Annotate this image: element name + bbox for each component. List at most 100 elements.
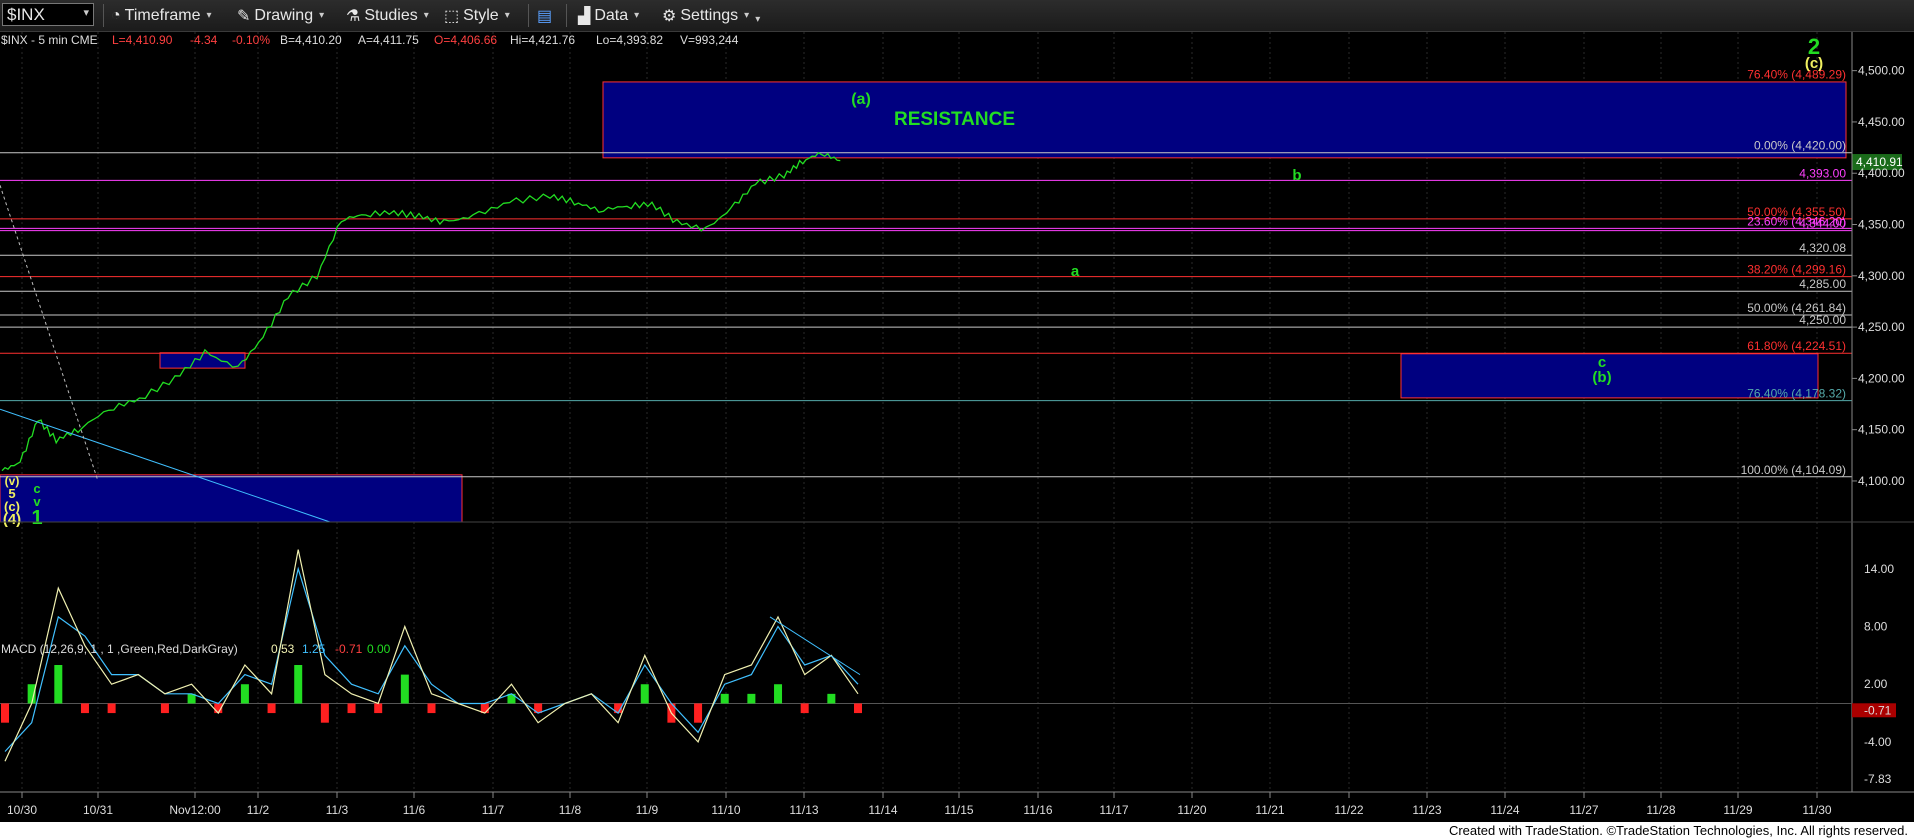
price-tick-label: 4,400.00 [1858,166,1905,180]
wave-label: (4) [3,511,21,528]
drawing-label: Drawing [254,6,314,24]
price-tick-label: 4,350.00 [1858,218,1905,232]
macd-tick-label: 2.00 [1864,677,1888,691]
timeframe-button[interactable]: ◔ Timeframe ▾ [111,5,212,26]
macd-histogram-bar [80,703,89,714]
x-tick-label: 11/22 [1334,803,1363,817]
timeframe-label: Timeframe [124,6,201,24]
x-tick-label: 11/28 [1646,803,1675,817]
symbol-input[interactable]: $INX ▾ [2,3,94,26]
macd-label: MACD (12,26,9, 1 , 1 ,Green,Red,DarkGray… [1,642,238,656]
last-price: L=4,410.90 [112,33,173,47]
macd-histogram-bar [854,703,862,714]
level-label: 4,320.08 [1799,241,1846,255]
symbol-value: $INX [7,4,45,24]
data-button[interactable]: ▟ Data ▾ [578,5,639,26]
chevron-down-icon: ▾ [206,10,212,21]
x-tick-label: 11/24 [1490,803,1519,817]
x-tick-label: 11/7 [482,803,505,817]
macd-histogram-bar [347,703,356,714]
chart-icon: ▟ [578,7,591,25]
macd-tick-label: 14.00 [1864,562,1894,576]
macd-histogram-bar [720,693,729,704]
level-label: 0.00% (4,420.00) [1754,139,1846,153]
clock-icon: ◔ [111,6,121,24]
macd-histogram-bar [427,703,436,714]
volume-value: V=993,244 [680,33,739,47]
resistance-label: RESISTANCE [894,109,1015,130]
price-tick-label: 4,450.00 [1858,115,1905,129]
x-tick-label: 11/8 [559,803,582,817]
x-tick-label: 11/20 [1177,803,1206,817]
style-label: Style [463,6,499,24]
studies-button[interactable]: ⚗ Studies ▾ [346,5,429,26]
x-tick-label: 11/2 [247,803,270,817]
gear-icon: ⚙ [662,7,677,25]
chevron-down-icon: ▾ [744,10,750,21]
macd-value: 0.53 [271,642,295,656]
ask-value: A=4,411.75 [358,33,419,47]
price-tick-label: 4,200.00 [1858,371,1905,385]
x-tick-label: 11/14 [868,803,897,817]
drawing-button[interactable]: ✎ Drawing ▾ [237,5,324,26]
more-icon[interactable]: ▾ [755,14,760,25]
x-tick-label: 10/30 [7,803,37,817]
chart-area[interactable]: RESISTANCE 0.00% (4,420.00)4,393.0050.00… [0,32,1914,822]
macd-histogram-bar [374,703,383,714]
settings-button[interactable]: ⚙ Settings ▾ ▾ [662,5,760,26]
macd-histogram-bar [160,703,169,714]
change-value: -4.34 [190,33,218,47]
symbol-dropdown-icon[interactable]: ▾ [83,6,89,19]
x-tick-label: Nov12:00 [169,803,221,817]
macd-histogram-bar [827,693,836,704]
data-label: Data [594,6,629,24]
chevron-down-icon: ▾ [319,10,325,21]
bid-value: B=4,410.20 [280,33,342,47]
price-tick-label: 4,300.00 [1858,269,1905,283]
x-tick-label: 10/31 [83,803,113,817]
macd-hist-value: -0.71 [335,642,363,656]
price-tick-label: 4,500.00 [1858,64,1905,78]
flask-icon: ⚗ [346,7,361,25]
footer: Created with TradeStation. ©TradeStation… [0,822,1914,840]
level-label: 4,393.00 [1799,166,1846,180]
macd-histogram-bar [107,703,116,714]
open-value: O=4,406.66 [434,33,497,47]
settings-label: Settings [680,6,739,24]
level-label: 76.40% (4,178.32) [1747,387,1846,401]
wave-label: (b) [1592,369,1611,386]
wave-label: (a) [851,91,871,108]
price-tick-label: 4,250.00 [1858,320,1905,334]
macd-histogram-bar [320,703,329,723]
style-button[interactable]: ⬚ Style ▾ [444,5,510,26]
wave-label: a [1071,263,1080,280]
low-value: Lo=4,393.82 [596,33,663,47]
macd-histogram-bar [800,703,809,714]
wave-label: 1 [31,507,42,529]
level-label: 38.20% (4,299.16) [1747,263,1846,277]
chevron-down-icon: ▾ [504,10,510,21]
macd-tick-label: -4.00 [1864,735,1892,749]
chevron-down-icon: ▾ [423,10,429,21]
studies-label: Studies [364,6,418,24]
x-tick-label: 11/3 [326,803,349,817]
x-tick-label: 11/16 [1023,803,1052,817]
x-tick-label: 11/30 [1802,803,1831,817]
style-icon: ⬚ [444,7,460,25]
price-tick-label: 4,100.00 [1858,474,1905,488]
price-tick-label: 4,150.00 [1858,423,1905,437]
level-label: 4,250.00 [1799,313,1846,327]
macd-zero-value: 0.00 [367,642,391,656]
layout-icon: ▤ [537,7,553,25]
x-tick-label: 11/29 [1723,803,1752,817]
layout-button[interactable]: ▤ [537,5,552,26]
level-label: 76.40% (4,489.29) [1747,68,1846,82]
x-tick-label: 11/21 [1255,803,1284,817]
macd-histogram-bar [294,665,303,704]
toolbar: $INX ▾ ◔ Timeframe ▾ ✎ Drawing ▾ ⚗ Studi… [0,0,1914,32]
x-tick-label: 11/15 [944,803,973,817]
symbol-info: $INX - 5 min CME [1,33,98,47]
macd-tick-label: -7.83 [1864,772,1892,786]
toolbar-separator [528,4,529,27]
change-percent: -0.10% [232,33,270,47]
